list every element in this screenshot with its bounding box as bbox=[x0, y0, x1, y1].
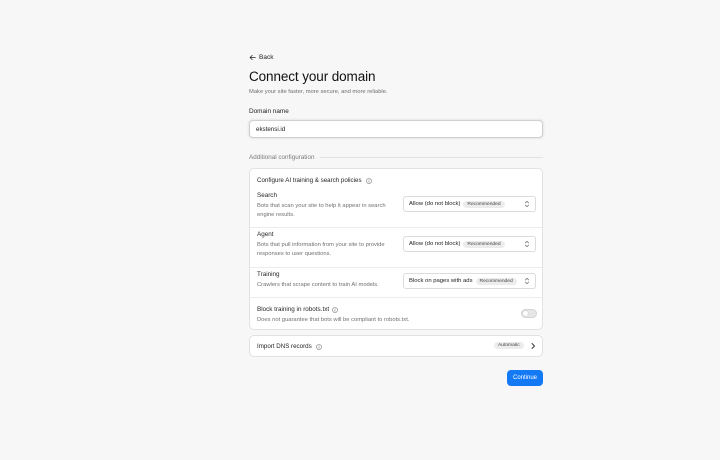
domain-name-input[interactable] bbox=[249, 120, 543, 138]
page-subtitle: Make your site faster, more secure, and … bbox=[249, 89, 388, 95]
policy-name: Search bbox=[257, 192, 277, 199]
select-value: Allow (do not block) bbox=[409, 201, 461, 207]
robots-policy-name: Block training in robots.txt bbox=[257, 306, 338, 313]
chevron-right-icon bbox=[531, 343, 535, 349]
back-label: Back bbox=[259, 54, 274, 61]
page-title: Connect your domain bbox=[249, 69, 376, 84]
chevron-updown-icon bbox=[524, 240, 530, 248]
policy-description: Bots that pull information from your sit… bbox=[257, 242, 385, 257]
policy-row-training: Training Crawlers that scrape content to… bbox=[250, 267, 542, 297]
import-dns-records-row[interactable]: Import DNS records Automatic bbox=[249, 335, 543, 357]
recommended-badge: Recommended bbox=[463, 240, 505, 248]
additional-configuration-header: Additional configuration bbox=[249, 154, 543, 161]
import-dns-text: Import DNS records bbox=[257, 343, 312, 350]
section-divider bbox=[320, 157, 543, 158]
info-icon[interactable] bbox=[332, 306, 338, 313]
policy-description: Crawlers that scrape content to train AI… bbox=[257, 282, 379, 288]
policy-description: Bots that scan your site to help it appe… bbox=[257, 203, 386, 218]
info-icon[interactable] bbox=[315, 343, 322, 350]
agent-policy-select[interactable]: Allow (do not block) Recommended bbox=[403, 236, 536, 252]
select-value: Block on pages with ads bbox=[409, 278, 473, 284]
import-dns-label: Import DNS records bbox=[257, 343, 322, 350]
recommended-badge: Recommended bbox=[475, 277, 517, 285]
arrow-left-icon bbox=[249, 55, 256, 60]
ai-policies-title: Configure AI training & search policies bbox=[257, 177, 372, 184]
policy-row-search: Search Bots that scan your site to help … bbox=[250, 189, 542, 227]
search-policy-select[interactable]: Allow (do not block) Recommended bbox=[403, 196, 536, 212]
chevron-updown-icon bbox=[524, 200, 530, 208]
chevron-updown-icon bbox=[524, 277, 530, 285]
training-policy-select[interactable]: Block on pages with ads Recommended bbox=[403, 273, 536, 289]
info-icon[interactable] bbox=[365, 177, 372, 184]
ai-policies-title-text: Configure AI training & search policies bbox=[257, 177, 362, 184]
automatic-badge: Automatic bbox=[494, 342, 524, 349]
ai-policies-card: Configure AI training & search policies … bbox=[249, 168, 543, 330]
robots-toggle[interactable] bbox=[521, 309, 537, 318]
continue-button[interactable]: Continue bbox=[507, 370, 543, 386]
policy-row-robots: Block training in robots.txt Does not gu… bbox=[250, 297, 542, 329]
back-link[interactable]: Back bbox=[249, 54, 273, 61]
additional-configuration-label: Additional configuration bbox=[249, 154, 315, 161]
domain-name-label: Domain name bbox=[249, 108, 289, 115]
select-value: Allow (do not block) bbox=[409, 241, 461, 247]
robots-policy-description: Does not guarantee that bots will be com… bbox=[257, 317, 410, 323]
robots-policy-label: Block training in robots.txt bbox=[257, 306, 330, 313]
policy-name: Agent bbox=[257, 231, 274, 238]
policy-name: Training bbox=[257, 271, 280, 278]
policy-row-agent: Agent Bots that pull information from yo… bbox=[250, 227, 542, 267]
recommended-badge: Recommended bbox=[463, 200, 505, 208]
